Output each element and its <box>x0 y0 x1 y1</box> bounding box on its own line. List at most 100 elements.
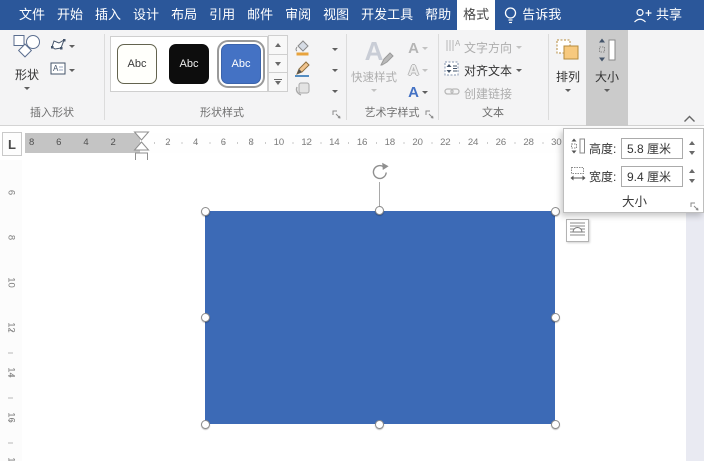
chevron-down-icon <box>332 47 338 51</box>
resize-handle-top-left[interactable] <box>200 206 210 216</box>
size-button[interactable]: 大小 <box>586 38 628 92</box>
share-label: 共享 <box>655 7 682 22</box>
ruler-number: 12 <box>301 137 312 148</box>
align-text-button[interactable]: 对齐文本 <box>444 61 523 79</box>
ribbon-tab-bar: 文件 开始 插入 设计 布局 引用 邮件 审阅 视图 开发工具 帮助 格式 告诉… <box>0 0 704 30</box>
shape-outline-button[interactable] <box>294 60 338 80</box>
swatch-label: Abc <box>231 58 251 70</box>
width-spinner-up[interactable] <box>687 168 696 174</box>
quick-styles-icon: A <box>365 36 395 66</box>
shapes-button[interactable]: 形状 <box>6 34 48 90</box>
chevron-down-icon <box>421 68 428 72</box>
menu-tab[interactable]: 审阅 <box>279 0 317 30</box>
shape-style-swatch[interactable]: Abc <box>117 44 157 84</box>
collapse-ribbon-button[interactable] <box>678 112 700 125</box>
text-outline-button[interactable]: A <box>402 60 434 80</box>
menu-tab[interactable]: 引用 <box>203 0 241 30</box>
menu-tab[interactable]: 开发工具 <box>355 0 419 30</box>
menu-tab[interactable]: 设计 <box>127 0 165 30</box>
resize-handle-top-right[interactable] <box>550 206 560 216</box>
height-spinner-down[interactable] <box>687 150 696 156</box>
height-spinner-up[interactable] <box>687 140 696 146</box>
size-dialog-launcher-icon[interactable] <box>689 199 700 211</box>
gallery-more-button[interactable] <box>268 72 288 93</box>
chevron-down-icon <box>421 90 428 94</box>
ruler-number: 4 <box>192 137 199 148</box>
rotate-handle-stem <box>379 182 380 208</box>
selected-rectangle-shape[interactable] <box>205 211 555 424</box>
shape-style-swatch[interactable]: Abc <box>221 44 261 84</box>
menu-tab[interactable]: 视图 <box>317 0 355 30</box>
menu-tab[interactable]: 帮助 <box>419 0 457 30</box>
resize-handle-middle-right[interactable] <box>550 313 560 322</box>
text-direction-button[interactable]: A 文字方向 <box>444 38 523 56</box>
text-direction-icon: A <box>444 38 461 56</box>
edit-shape-button[interactable] <box>50 38 75 54</box>
create-link-label: 创建链接 <box>464 86 513 101</box>
ruler-number: 6 <box>56 137 62 148</box>
quick-styles-button[interactable]: A 快速样式 <box>350 36 398 92</box>
share-button[interactable]: 共享 <box>633 0 704 30</box>
size-icon <box>596 38 618 65</box>
shape-effects-button[interactable] <box>294 81 338 101</box>
text-fill-button[interactable]: A <box>402 38 434 58</box>
shape-styles-dialog-launcher-icon[interactable] <box>331 109 342 120</box>
size-label: 大小 <box>594 70 619 84</box>
ruler-number: 8 <box>28 137 35 148</box>
text-box-icon: A <box>50 62 66 78</box>
text-box-button[interactable]: A <box>50 62 75 78</box>
gallery-down-button[interactable] <box>268 53 288 74</box>
group-label-text: 文本 <box>482 107 504 119</box>
create-link-button[interactable]: 创建链接 <box>444 84 512 102</box>
lightbulb-icon <box>503 6 518 24</box>
align-text-label: 对齐文本 <box>464 63 513 78</box>
resize-handle-bottom-left[interactable] <box>200 419 210 429</box>
menu-tab[interactable]: 插入 <box>89 0 127 30</box>
resize-handle-top-center[interactable] <box>375 206 384 215</box>
width-input[interactable] <box>621 165 683 187</box>
chevron-down-icon <box>69 44 75 48</box>
height-input[interactable] <box>621 137 683 159</box>
layout-options-icon <box>569 220 586 242</box>
menu-tab[interactable]: 邮件 <box>241 0 279 30</box>
shape-effects-icon <box>294 81 311 101</box>
shape-style-gallery: Abc Abc Abc <box>110 36 268 92</box>
arrange-label: 排列 <box>555 70 580 84</box>
ruler-numbers: 2 4 6 8 10 12 14 16 18 20 22 24 26 28 30 <box>154 133 570 153</box>
shape-fill-button[interactable] <box>294 39 338 59</box>
tell-me-button[interactable]: 告诉我 <box>518 0 565 30</box>
text-outline-a-icon: A <box>408 61 419 79</box>
width-spinner-down[interactable] <box>687 178 696 184</box>
layout-options-button[interactable] <box>566 219 589 242</box>
size-panel-title: 大小 <box>621 195 647 209</box>
text-effects-button[interactable]: A <box>402 82 434 102</box>
svg-text:A: A <box>53 64 59 73</box>
gallery-up-button[interactable] <box>268 35 288 55</box>
ruler-number: 2 <box>110 137 116 148</box>
ruler-number: 10 <box>273 137 285 148</box>
chevron-down-icon <box>421 46 428 50</box>
arrange-button[interactable]: 排列 <box>550 38 586 92</box>
text-fill-a-icon: A <box>408 39 419 57</box>
shape-outline-icon <box>294 60 311 80</box>
svg-text:A: A <box>455 39 460 48</box>
resize-handle-middle-left[interactable] <box>200 313 210 322</box>
resize-handle-bottom-right[interactable] <box>550 419 560 429</box>
menu-tab[interactable]: 文件 <box>13 0 51 30</box>
resize-handle-bottom-center[interactable] <box>375 420 384 429</box>
menu-tab[interactable]: 布局 <box>165 0 203 30</box>
shape-style-swatch[interactable]: Abc <box>169 44 209 84</box>
chevron-down-icon <box>332 68 338 72</box>
ruler-number: 8 <box>248 137 254 148</box>
ruler-number: 4 <box>83 137 89 148</box>
text-effects-a-icon: A <box>408 83 419 101</box>
ruler-number: 24 <box>467 137 479 148</box>
size-panel: 高度: 宽度: 大小 <box>563 128 704 213</box>
chevron-down-icon <box>516 68 523 72</box>
edit-shape-icon <box>50 38 66 54</box>
create-link-icon <box>444 85 460 101</box>
menu-tab[interactable]: 格式 <box>457 0 496 30</box>
chevron-down-icon <box>332 89 338 93</box>
menu-tab[interactable]: 开始 <box>51 0 89 30</box>
wordart-dialog-launcher-icon[interactable] <box>424 109 435 120</box>
